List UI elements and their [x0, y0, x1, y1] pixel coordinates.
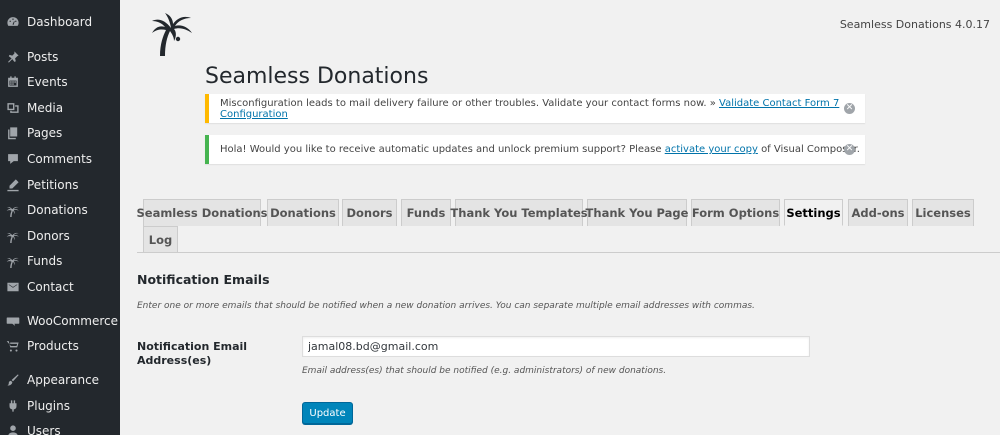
comments-icon	[6, 152, 20, 166]
tab-form-options[interactable]: Form Options	[691, 199, 780, 226]
sidebar-item-posts[interactable]: Posts	[0, 45, 120, 69]
sidebar-item-comments[interactable]: Comments	[0, 147, 120, 171]
sidebar-item-label: Donations	[27, 203, 88, 217]
plugin-icon	[6, 399, 20, 413]
woo-icon	[6, 314, 20, 328]
sidebar-item-label: Petitions	[27, 178, 79, 192]
cart-icon	[6, 339, 20, 353]
dismiss-icon[interactable]: ✕	[844, 103, 855, 114]
sidebar-item-products[interactable]: Products	[0, 334, 120, 358]
sidebar-item-users[interactable]: Users	[0, 419, 120, 435]
section-description: Enter one or more emails that should be …	[137, 301, 755, 311]
activate-copy-link[interactable]: activate your copy	[665, 144, 758, 155]
sidebar-item-label: WooCommerce	[27, 314, 118, 328]
tab-donors[interactable]: Donors	[342, 199, 397, 226]
palm-icon	[6, 203, 20, 217]
palm-logo-icon	[152, 13, 192, 56]
sidebar-item-label: Funds	[27, 254, 63, 268]
update-button[interactable]: Update	[302, 402, 353, 424]
sidebar-item-dashboard[interactable]: Dashboard	[0, 10, 120, 34]
sidebar-item-label: Plugins	[27, 399, 70, 413]
sidebar-item-pages[interactable]: Pages	[0, 121, 120, 145]
notice-text: Hola! Would you like to receive automati…	[220, 144, 860, 155]
envelope-icon	[6, 280, 20, 294]
palm-icon	[6, 229, 20, 243]
sidebar-item-contact[interactable]: Contact	[0, 275, 120, 299]
field-help-text: Email address(es) that should be notifie…	[302, 366, 667, 376]
sidebar-item-label: Dashboard	[27, 15, 93, 29]
sidebar-item-appearance[interactable]: Appearance	[0, 368, 120, 392]
dismiss-icon[interactable]: ✕	[844, 144, 855, 155]
sidebar-item-petitions[interactable]: Petitions	[0, 173, 120, 197]
main-content: Seamless Donations 4.0.17 Seamless Donat…	[120, 0, 1000, 435]
sidebar-item-label: Pages	[27, 126, 63, 140]
sidebar-item-label: Products	[27, 339, 79, 353]
tab-funds[interactable]: Funds	[401, 199, 451, 226]
dashboard-icon	[6, 15, 20, 29]
warning-notice: Misconfiguration leads to mail delivery …	[205, 94, 865, 123]
user-icon	[6, 424, 20, 435]
section-title: Notification Emails	[137, 272, 270, 287]
sidebar-item-label: Media	[27, 101, 64, 115]
sidebar-item-label: Comments	[27, 152, 93, 166]
tab-thank-you-page[interactable]: Thank You Page	[586, 199, 688, 226]
success-notice: Hola! Would you like to receive automati…	[205, 135, 865, 164]
sidebar-item-media[interactable]: Media	[0, 96, 120, 120]
tab-settings[interactable]: Settings	[784, 199, 843, 226]
sidebar-item-plugins[interactable]: Plugins	[0, 394, 120, 418]
palm-icon	[6, 254, 20, 268]
plugin-version: Seamless Donations 4.0.17	[839, 18, 990, 31]
tab-thank-you-templates[interactable]: Thank You Templates	[450, 199, 588, 226]
page-title: Seamless Donations	[205, 64, 429, 89]
sidebar-item-woocommerce[interactable]: WooCommerce	[0, 309, 120, 333]
admin-sidebar: Dashboard Posts Events Media Pages Comme…	[0, 0, 120, 435]
tab-underline	[137, 252, 1000, 253]
edit-icon	[6, 178, 20, 192]
sidebar-item-label: Posts	[27, 50, 59, 64]
pages-icon	[6, 126, 20, 140]
brush-icon	[6, 373, 20, 387]
sidebar-item-label: Users	[27, 424, 61, 435]
sidebar-item-label: Contact	[27, 280, 74, 294]
sidebar-item-funds[interactable]: Funds	[0, 249, 120, 273]
sidebar-item-label: Events	[27, 75, 68, 89]
pin-icon	[6, 50, 20, 64]
sidebar-item-label: Donors	[27, 229, 70, 243]
notification-email-label: Notification Email Address(es)	[137, 340, 248, 367]
tab-donations[interactable]: Donations	[267, 199, 339, 226]
sidebar-item-label: Appearance	[27, 373, 100, 387]
notification-email-input[interactable]	[302, 336, 810, 357]
sidebar-item-events[interactable]: Events	[0, 70, 120, 94]
media-icon	[6, 101, 20, 115]
tab-seamless-donations[interactable]: Seamless Donations	[136, 199, 268, 226]
notice-text: Misconfiguration leads to mail delivery …	[220, 97, 840, 120]
tab-log[interactable]: Log	[143, 226, 178, 253]
tab-add-ons[interactable]: Add-ons	[848, 199, 908, 226]
sidebar-item-donations[interactable]: Donations	[0, 198, 120, 222]
tab-licenses[interactable]: Licenses	[912, 199, 974, 226]
calendar-icon	[6, 75, 20, 89]
sidebar-item-donors[interactable]: Donors	[0, 224, 120, 248]
